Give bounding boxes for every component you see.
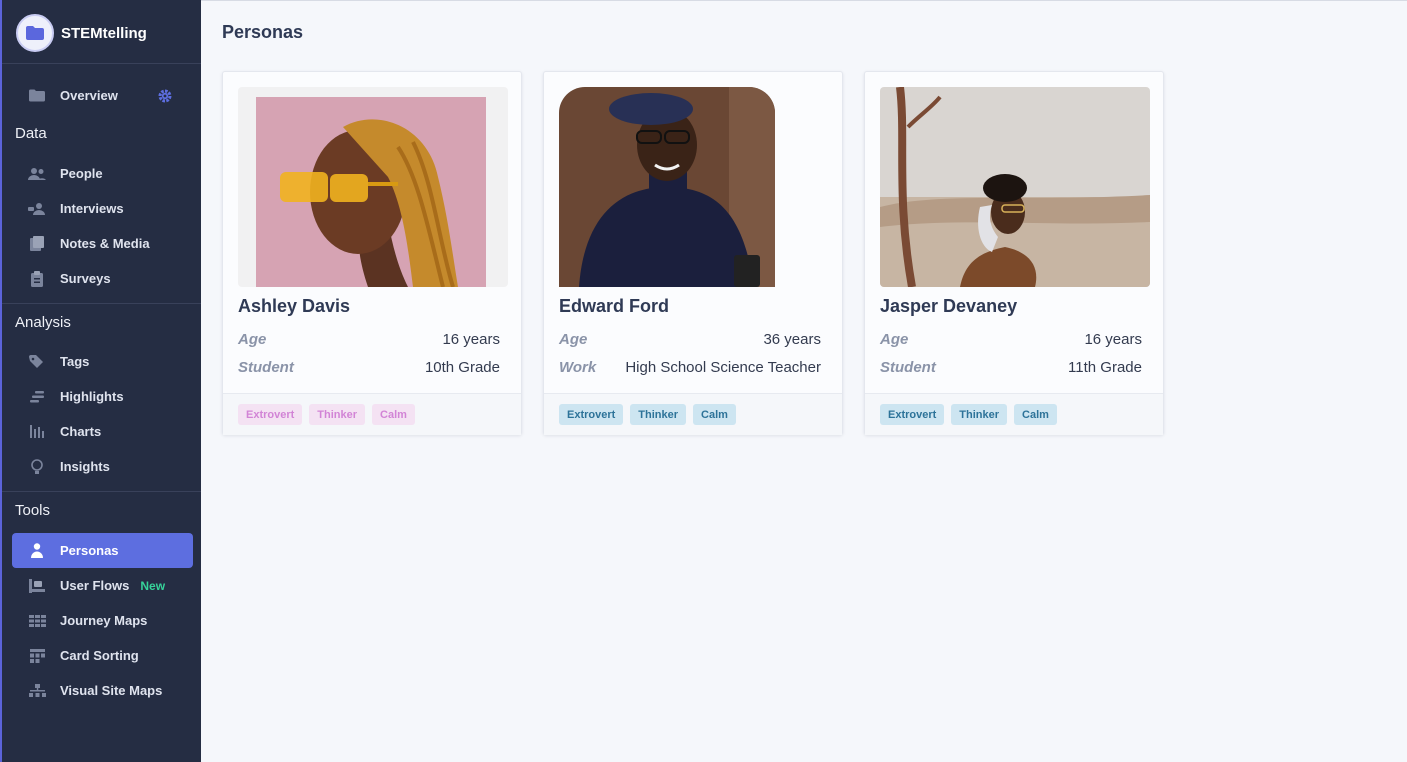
sidebar-section-data: Data xyxy=(15,125,47,142)
notes-icon xyxy=(28,235,46,253)
sidebar-item-user-flows[interactable]: User Flows New xyxy=(12,568,193,603)
sidebar-item-visual-site-maps[interactable]: Visual Site Maps xyxy=(12,673,193,708)
sidebar-item-label: Overview xyxy=(60,88,118,103)
sidebar-item-journey-maps[interactable]: Journey Maps xyxy=(12,603,193,638)
persona-tags: Extrovert Thinker Calm xyxy=(544,393,842,435)
field-label: Student xyxy=(238,358,294,376)
sidebar-divider xyxy=(2,303,201,304)
sidebar-item-label: Notes & Media xyxy=(60,236,150,251)
sidebar-item-card-sorting[interactable]: Card Sorting xyxy=(12,638,193,673)
persona-field-row: Age 16 years xyxy=(238,329,500,349)
table-icon xyxy=(28,647,46,665)
field-value: 11th Grade xyxy=(1068,358,1142,376)
highlights-icon xyxy=(28,388,46,406)
persona-field-row: Student 11th Grade xyxy=(880,357,1142,377)
sidebar-item-label: Charts xyxy=(60,424,102,439)
field-value: 36 years xyxy=(763,330,821,348)
field-value: 16 years xyxy=(442,330,500,348)
gear-icon[interactable] xyxy=(157,88,173,104)
sidebar-item-label: Card Sorting xyxy=(60,648,139,663)
sidebar-item-label: Highlights xyxy=(60,389,124,404)
persona-field-row: Work High School Science Teacher xyxy=(559,357,821,377)
persona-field-row: Age 36 years xyxy=(559,329,821,349)
sidebar-item-highlights[interactable]: Highlights xyxy=(12,379,193,414)
field-value: High School Science Teacher xyxy=(625,358,821,376)
persona-card-ashley-davis[interactable]: Ashley Davis Age 16 years Student 10th G… xyxy=(222,71,522,435)
folder-icon xyxy=(28,87,46,105)
persona-photo xyxy=(880,87,1150,287)
persona-name: Ashley Davis xyxy=(238,296,351,316)
persona-tags: Extrovert Thinker Calm xyxy=(223,393,521,435)
user-flows-icon xyxy=(28,577,46,595)
persona-card-edward-ford[interactable]: Edward Ford Age 36 years Work High Schoo… xyxy=(543,71,843,435)
app-name: STEMtelling xyxy=(61,24,147,42)
sidebar-section-analysis: Analysis xyxy=(15,314,71,331)
field-label: Student xyxy=(880,358,936,376)
sidebar-item-personas[interactable]: Personas xyxy=(12,533,193,568)
interviews-icon xyxy=(28,200,46,218)
tag-calm[interactable]: Calm xyxy=(1014,404,1057,425)
sidebar-item-charts[interactable]: Charts xyxy=(12,414,193,449)
persona-name: Jasper Devaney xyxy=(880,296,1018,316)
tag-calm[interactable]: Calm xyxy=(372,404,415,425)
persona-field-row: Student 10th Grade xyxy=(238,357,500,377)
tag-extrovert[interactable]: Extrovert xyxy=(238,404,303,425)
sidebar-divider xyxy=(2,63,201,64)
persona-card-jasper-devaney[interactable]: Jasper Devaney Age 16 years Student 11th… xyxy=(864,71,1164,435)
field-value: 10th Grade xyxy=(424,358,500,376)
tag-thinker[interactable]: Thinker xyxy=(951,404,1008,425)
sidebar-item-insights[interactable]: Insights xyxy=(12,449,193,484)
sidebar-item-surveys[interactable]: Surveys xyxy=(12,261,193,296)
field-label: Age xyxy=(880,330,909,348)
persona-tags: Extrovert Thinker Calm xyxy=(865,393,1163,435)
sidebar-item-tags[interactable]: Tags xyxy=(12,344,193,379)
brand[interactable]: STEMtelling xyxy=(16,14,147,52)
sitemap-icon xyxy=(28,682,46,700)
person-icon xyxy=(28,542,46,560)
tag-thinker[interactable]: Thinker xyxy=(630,404,687,425)
sidebar-item-label: People xyxy=(60,166,103,181)
tag-icon xyxy=(28,353,46,371)
tag-extrovert[interactable]: Extrovert xyxy=(880,404,945,425)
new-badge: New xyxy=(140,578,166,593)
sidebar-divider xyxy=(2,491,201,492)
sidebar: STEMtelling Overview Data People Intervi… xyxy=(0,0,201,762)
sidebar-item-label: Journey Maps xyxy=(60,613,148,628)
sidebar-item-people[interactable]: People xyxy=(12,156,193,191)
sidebar-item-label: Personas xyxy=(60,543,119,558)
tag-thinker[interactable]: Thinker xyxy=(309,404,366,425)
sidebar-item-label: Tags xyxy=(60,354,90,369)
clipboard-icon xyxy=(28,270,46,288)
field-label: Work xyxy=(559,358,597,376)
bar-chart-icon xyxy=(28,423,46,441)
lightbulb-icon xyxy=(28,458,46,476)
sidebar-item-label: User Flows xyxy=(60,578,130,593)
persona-field-row: Age 16 years xyxy=(880,329,1142,349)
grid-icon xyxy=(28,612,46,630)
page-title: Personas xyxy=(222,22,304,42)
field-label: Age xyxy=(238,330,267,348)
sidebar-item-label: Interviews xyxy=(60,201,124,216)
persona-photo xyxy=(559,87,775,287)
folder-logo-icon xyxy=(16,14,54,52)
header-border xyxy=(201,0,1407,1)
sidebar-section-tools: Tools xyxy=(15,502,51,519)
sidebar-item-interviews[interactable]: Interviews xyxy=(12,191,193,226)
sidebar-item-label: Insights xyxy=(60,459,110,474)
persona-name: Edward Ford xyxy=(559,296,670,316)
sidebar-item-label: Visual Site Maps xyxy=(60,683,163,698)
sidebar-item-label: Surveys xyxy=(60,271,111,286)
sidebar-item-notes-media[interactable]: Notes & Media xyxy=(12,226,193,261)
tag-extrovert[interactable]: Extrovert xyxy=(559,404,624,425)
people-icon xyxy=(28,165,46,183)
persona-photo xyxy=(238,87,508,287)
field-value: 16 years xyxy=(1084,330,1142,348)
tag-calm[interactable]: Calm xyxy=(693,404,736,425)
field-label: Age xyxy=(559,330,588,348)
